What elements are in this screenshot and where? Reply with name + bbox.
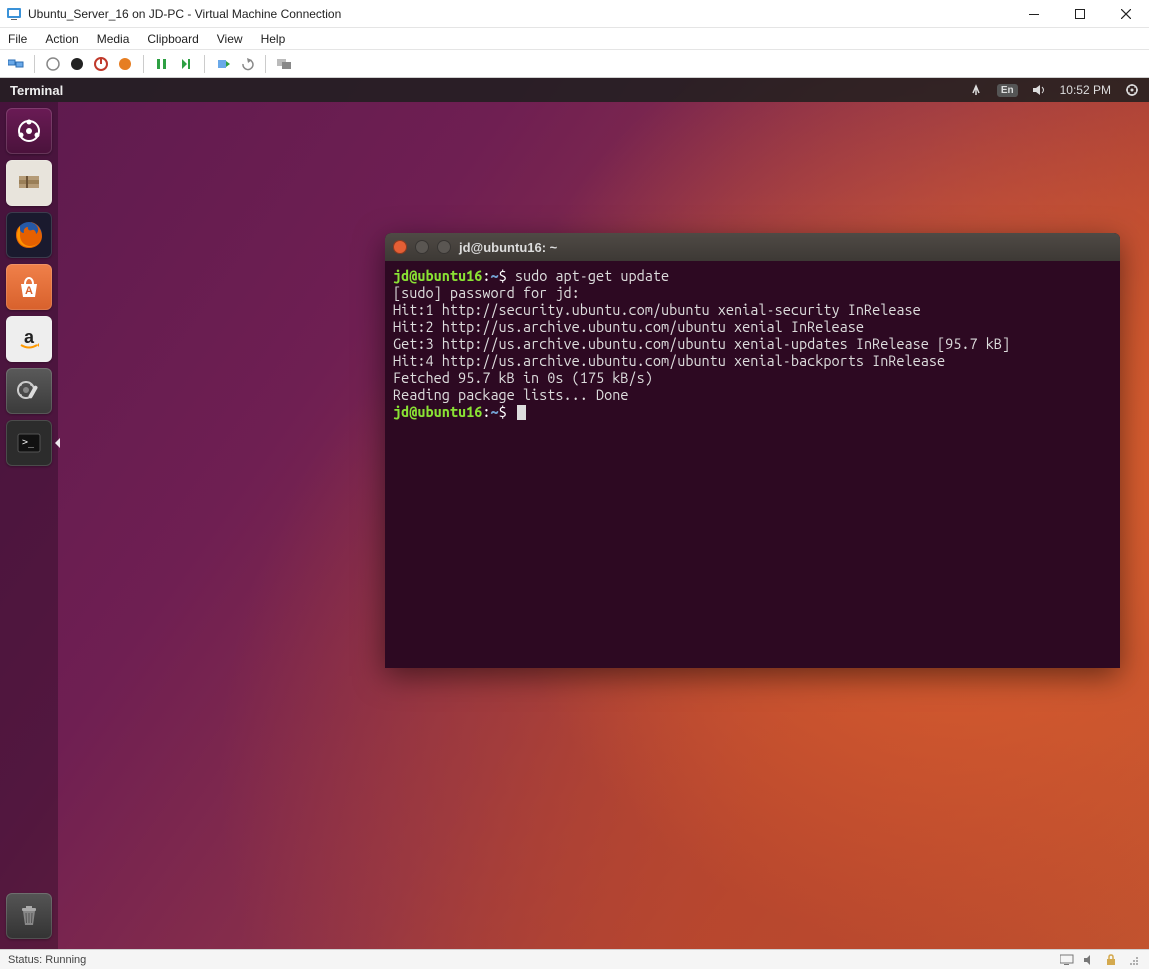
terminal-line: Reading package lists... Done: [393, 386, 628, 403]
menu-bar: File Action Media Clipboard View Help: [0, 28, 1149, 50]
unity-launcher: A a >_: [0, 102, 58, 949]
shutdown-button[interactable]: [91, 54, 111, 74]
menu-file[interactable]: File: [8, 32, 27, 46]
system-menu-icon[interactable]: [1125, 83, 1139, 97]
pause-button[interactable]: [152, 54, 172, 74]
terminal-icon[interactable]: >_: [6, 420, 52, 466]
svg-text:A: A: [25, 285, 33, 297]
turnoff-button[interactable]: [67, 54, 87, 74]
minimize-button[interactable]: [1011, 0, 1057, 28]
window-titlebar: Ubuntu_Server_16 on JD-PC - Virtual Mach…: [0, 0, 1149, 28]
terminal-minimize-button[interactable]: [415, 240, 429, 254]
active-app-label: Terminal: [10, 83, 63, 98]
menu-clipboard[interactable]: Clipboard: [147, 32, 198, 46]
reset-button[interactable]: [176, 54, 196, 74]
svg-text:a: a: [24, 327, 35, 347]
terminal-body[interactable]: jd@ubuntu16:~$ sudo apt-get update [sudo…: [385, 261, 1120, 426]
checkpoint-button[interactable]: [213, 54, 233, 74]
menu-help[interactable]: Help: [261, 32, 286, 46]
dash-icon[interactable]: [6, 108, 52, 154]
prompt-user: jd@ubuntu16: [393, 403, 482, 420]
display-config-icon[interactable]: [1059, 952, 1075, 968]
amazon-icon[interactable]: a: [6, 316, 52, 362]
status-text: Status: Running: [8, 954, 86, 966]
start-button[interactable]: [43, 54, 63, 74]
terminal-line: Hit:1 http://security.ubuntu.com/ubuntu …: [393, 301, 921, 318]
save-button[interactable]: [115, 54, 135, 74]
ubuntu-top-panel: Terminal En 10:52 PM: [0, 78, 1149, 102]
settings-icon[interactable]: [6, 368, 52, 414]
hyperv-app-icon: [6, 6, 22, 22]
resize-grip-icon[interactable]: [1125, 952, 1141, 968]
trash-icon[interactable]: [6, 893, 52, 939]
keyboard-layout-indicator[interactable]: En: [997, 84, 1018, 97]
terminal-maximize-button[interactable]: [437, 240, 451, 254]
prompt-path: ~: [490, 267, 498, 284]
terminal-window[interactable]: jd@ubuntu16: ~ jd@ubuntu16:~$ sudo apt-g…: [385, 233, 1120, 668]
menu-view[interactable]: View: [217, 32, 243, 46]
prompt-user: jd@ubuntu16: [393, 267, 482, 284]
clock[interactable]: 10:52 PM: [1060, 83, 1111, 97]
prompt-path: ~: [490, 403, 498, 420]
status-bar: Status: Running: [0, 949, 1149, 969]
speaker-icon[interactable]: [1081, 952, 1097, 968]
svg-text:>_: >_: [22, 437, 35, 448]
files-icon[interactable]: [6, 160, 52, 206]
terminal-line: Fetched 95.7 kB in 0s (175 kB/s): [393, 369, 653, 386]
terminal-titlebar[interactable]: jd@ubuntu16: ~: [385, 233, 1120, 261]
network-icon[interactable]: [969, 83, 983, 97]
software-center-icon[interactable]: A: [6, 264, 52, 310]
sound-icon[interactable]: [1032, 83, 1046, 97]
revert-button[interactable]: [237, 54, 257, 74]
terminal-command: sudo apt-get update: [515, 267, 669, 284]
maximize-button[interactable]: [1057, 0, 1103, 28]
terminal-title: jd@ubuntu16: ~: [459, 240, 557, 255]
terminal-line: [sudo] password for jd:: [393, 284, 580, 301]
terminal-line: Hit:4 http://us.archive.ubuntu.com/ubunt…: [393, 352, 945, 369]
vm-viewport[interactable]: Terminal En 10:52 PM A a >_: [0, 78, 1149, 949]
menu-action[interactable]: Action: [45, 32, 78, 46]
terminal-line: Hit:2 http://us.archive.ubuntu.com/ubunt…: [393, 318, 864, 335]
enhanced-session-button[interactable]: [274, 54, 294, 74]
menu-media[interactable]: Media: [97, 32, 130, 46]
firefox-icon[interactable]: [6, 212, 52, 258]
toolbar: [0, 50, 1149, 78]
window-title: Ubuntu_Server_16 on JD-PC - Virtual Mach…: [28, 7, 341, 21]
terminal-line: Get:3 http://us.archive.ubuntu.com/ubunt…: [393, 335, 1010, 352]
terminal-close-button[interactable]: [393, 240, 407, 254]
ctrl-alt-del-button[interactable]: [6, 54, 26, 74]
close-button[interactable]: [1103, 0, 1149, 28]
lock-icon[interactable]: [1103, 952, 1119, 968]
terminal-cursor: [517, 405, 526, 420]
